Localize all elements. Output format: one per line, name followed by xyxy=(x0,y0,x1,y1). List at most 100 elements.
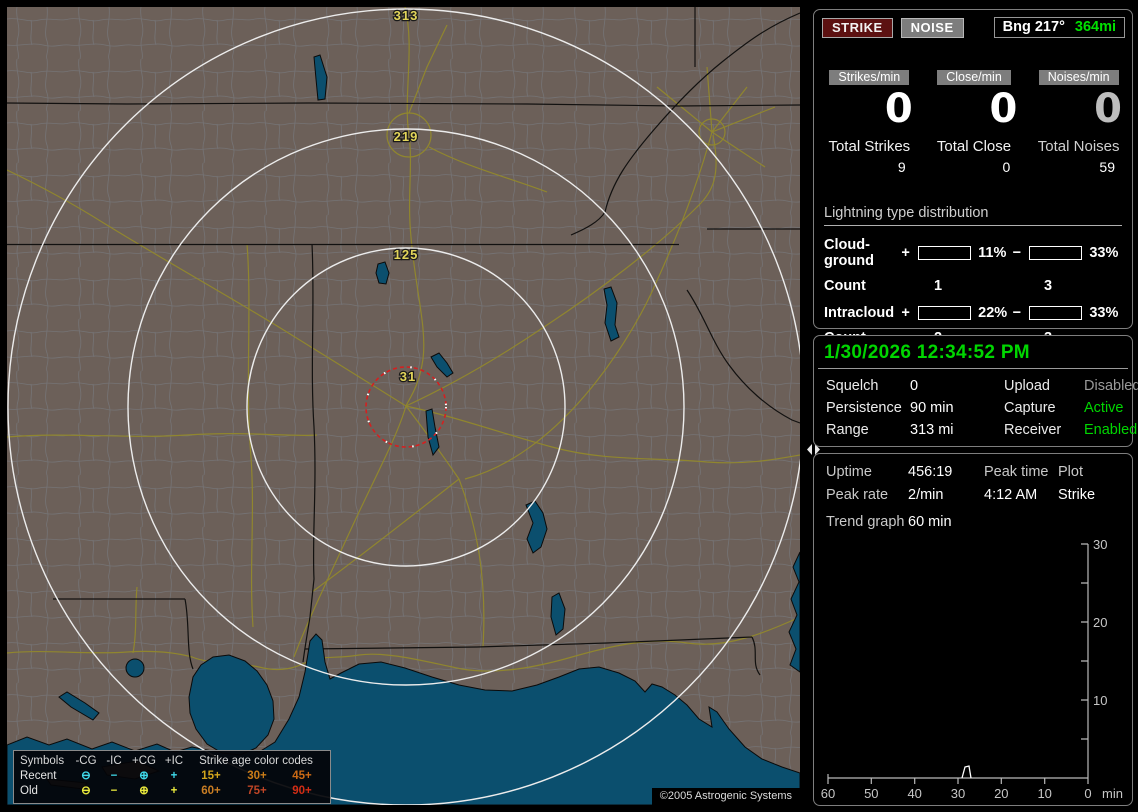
rate-counters: Strikes/min 0 Total Strikes 9 Close/min … xyxy=(824,68,1124,175)
trend-graph-label: Trend graph xyxy=(826,514,905,530)
strike-toggle-button[interactable]: STRIKE xyxy=(822,17,893,38)
total-strikes-value: 9 xyxy=(897,159,906,175)
cg-negative-count: 3 xyxy=(1044,278,1053,294)
xtick-30: 30 xyxy=(951,786,965,801)
total-noises-value: 59 xyxy=(1099,159,1115,175)
x-axis-unit: min xyxy=(1102,786,1123,801)
upload-label: Upload xyxy=(1004,378,1050,394)
panel-counters: STRIKE NOISE Bng 217° 364mi Strikes/min 0… xyxy=(813,9,1133,346)
cg-positive-pct: 11% xyxy=(978,245,1007,261)
age-45: 45+ xyxy=(292,770,312,782)
ic-negative-bar xyxy=(1028,306,1083,320)
ytick-30: 30 xyxy=(1093,538,1107,552)
legend-col-pos-cg: +CG xyxy=(132,755,156,767)
old-pos-ic-icon: + xyxy=(170,785,178,797)
ring-label-125: 125 xyxy=(394,247,419,262)
old-pos-cg-icon: ⊕ xyxy=(139,785,149,797)
plus-sign: + xyxy=(901,305,910,321)
plus-sign: + xyxy=(901,245,910,261)
ytick-20: 20 xyxy=(1093,615,1107,630)
trend-series-line xyxy=(961,765,972,779)
intracloud-label: Intracloud xyxy=(824,305,895,321)
plot-label: Plot xyxy=(1058,464,1083,480)
legend-col-neg-cg: -CG xyxy=(75,755,97,767)
trend-graph: 30 20 10 60 50 40 30 20 10 0 min xyxy=(821,538,1123,801)
legend-old-label: Old xyxy=(20,785,38,797)
peak-time-label: Peak time xyxy=(984,464,1049,480)
cloud-ground-label: Cloud-ground xyxy=(824,237,874,269)
noises-per-min-value: 0 xyxy=(1094,86,1122,132)
ic-positive-pct: 22% xyxy=(978,305,1008,321)
copyright-text: ©2005 Astrogenic Systems xyxy=(651,788,800,805)
trend-tick-labels: 30 20 10 60 50 40 30 20 10 0 min xyxy=(821,538,1123,801)
range-value: 364mi xyxy=(1074,19,1116,35)
strikes-per-min-value: 0 xyxy=(884,86,913,132)
minus-sign: − xyxy=(1012,245,1022,261)
noise-toggle-button[interactable]: NOISE xyxy=(900,17,964,38)
total-noises-label: Total Noises xyxy=(1037,138,1120,155)
trend-axes xyxy=(827,543,1089,784)
cloud-ground-count-row: Count 1 3 xyxy=(824,278,1122,294)
strikes-per-min-chip: Strikes/min xyxy=(829,70,910,85)
cg-negative-bar xyxy=(1028,246,1083,260)
age-60: 60+ xyxy=(201,785,221,797)
trend-window-value: 60 min xyxy=(908,514,952,530)
age-15: 15+ xyxy=(201,770,221,782)
capture-status: Active xyxy=(1084,400,1124,416)
ring-label-313: 313 xyxy=(394,8,419,23)
lightning-map[interactable]: 313 219 125 31 Symbols -CG -IC +CG +IC S… xyxy=(7,7,800,805)
bearing-range-display: Bng 217° 364mi xyxy=(993,17,1125,38)
old-neg-cg-icon: ⊖ xyxy=(81,785,91,797)
total-close-label: Total Close xyxy=(936,138,1012,155)
uptime-value: 456:19 xyxy=(908,464,953,480)
map-svg: 313 219 125 31 xyxy=(7,7,800,805)
xtick-20: 20 xyxy=(994,786,1008,801)
legend-col-neg-ic: -IC xyxy=(106,755,122,767)
receiver-label: Receiver xyxy=(1004,422,1062,438)
strikes-column: Strikes/min 0 Total Strikes 9 xyxy=(824,68,915,175)
old-neg-ic-icon: − xyxy=(110,785,118,797)
ytick-10: 10 xyxy=(1093,693,1107,708)
distribution-title: Lightning type distribution xyxy=(824,205,1122,226)
upload-status: Disabled xyxy=(1084,378,1138,394)
count-label: Count xyxy=(824,278,866,294)
recent-pos-cg-icon: ⊕ xyxy=(139,770,149,782)
cg-positive-count: 1 xyxy=(934,278,943,294)
panel-status: 1/30/2026 12:34:52 PM Squelch 0 Upload D… xyxy=(813,335,1138,447)
intracloud-row: Intracloud + 22% − 33% xyxy=(824,305,1122,321)
noises-column: Noises/min 0 Total Noises 59 xyxy=(1033,68,1124,175)
lightning-distribution: Lightning type distribution Cloud-ground… xyxy=(824,205,1122,346)
capture-label: Capture xyxy=(1004,400,1056,416)
cg-positive-bar xyxy=(917,246,972,260)
close-per-min-chip: Close/min xyxy=(937,70,1011,85)
total-strikes-label: Total Strikes xyxy=(828,138,911,155)
range-label: Range xyxy=(826,422,869,438)
recent-pos-ic-icon: + xyxy=(170,770,178,782)
ic-positive-bar xyxy=(917,306,972,320)
nexstorm-window: 313 219 125 31 Symbols -CG -IC +CG +IC S… xyxy=(0,0,1138,812)
age-90: 90+ xyxy=(292,785,312,797)
squelch-value: 0 xyxy=(910,378,919,394)
xtick-50: 50 xyxy=(864,786,878,801)
ring-label-31: 31 xyxy=(400,369,416,384)
cg-negative-pct: 33% xyxy=(1089,245,1119,261)
status-grid: Squelch 0 Upload Disabled Persistence 90… xyxy=(826,378,1138,438)
ic-negative-pct: 33% xyxy=(1089,305,1119,321)
peak-time-value: 4:12 AM xyxy=(984,487,1038,503)
panel-stats: Uptime 456:19 Peak time Plot Peak rate 2… xyxy=(813,453,1133,806)
persistence-label: Persistence xyxy=(826,400,902,416)
legend-symbols-header: Symbols xyxy=(20,755,65,767)
xtick-10: 10 xyxy=(1037,786,1051,801)
peak-rate-value: 2/min xyxy=(908,487,944,503)
noises-per-min-chip: Noises/min xyxy=(1038,70,1119,85)
close-per-min-value: 0 xyxy=(989,86,1018,132)
age-30: 30+ xyxy=(247,770,267,782)
bearing-value: Bng 217° xyxy=(1002,19,1065,35)
map-legend: Symbols -CG -IC +CG +IC Strike age color… xyxy=(13,750,331,804)
legend-recent-label: Recent xyxy=(20,770,57,782)
cloud-ground-row: Cloud-ground + 11% − 33% xyxy=(824,237,1122,269)
trend-graph-row: Trend graph 60 min xyxy=(826,514,1120,530)
uptime-label: Uptime xyxy=(826,464,872,480)
mode-button-row: STRIKE NOISE Bng 217° 364mi xyxy=(822,17,1125,38)
datetime-divider xyxy=(818,368,1128,369)
